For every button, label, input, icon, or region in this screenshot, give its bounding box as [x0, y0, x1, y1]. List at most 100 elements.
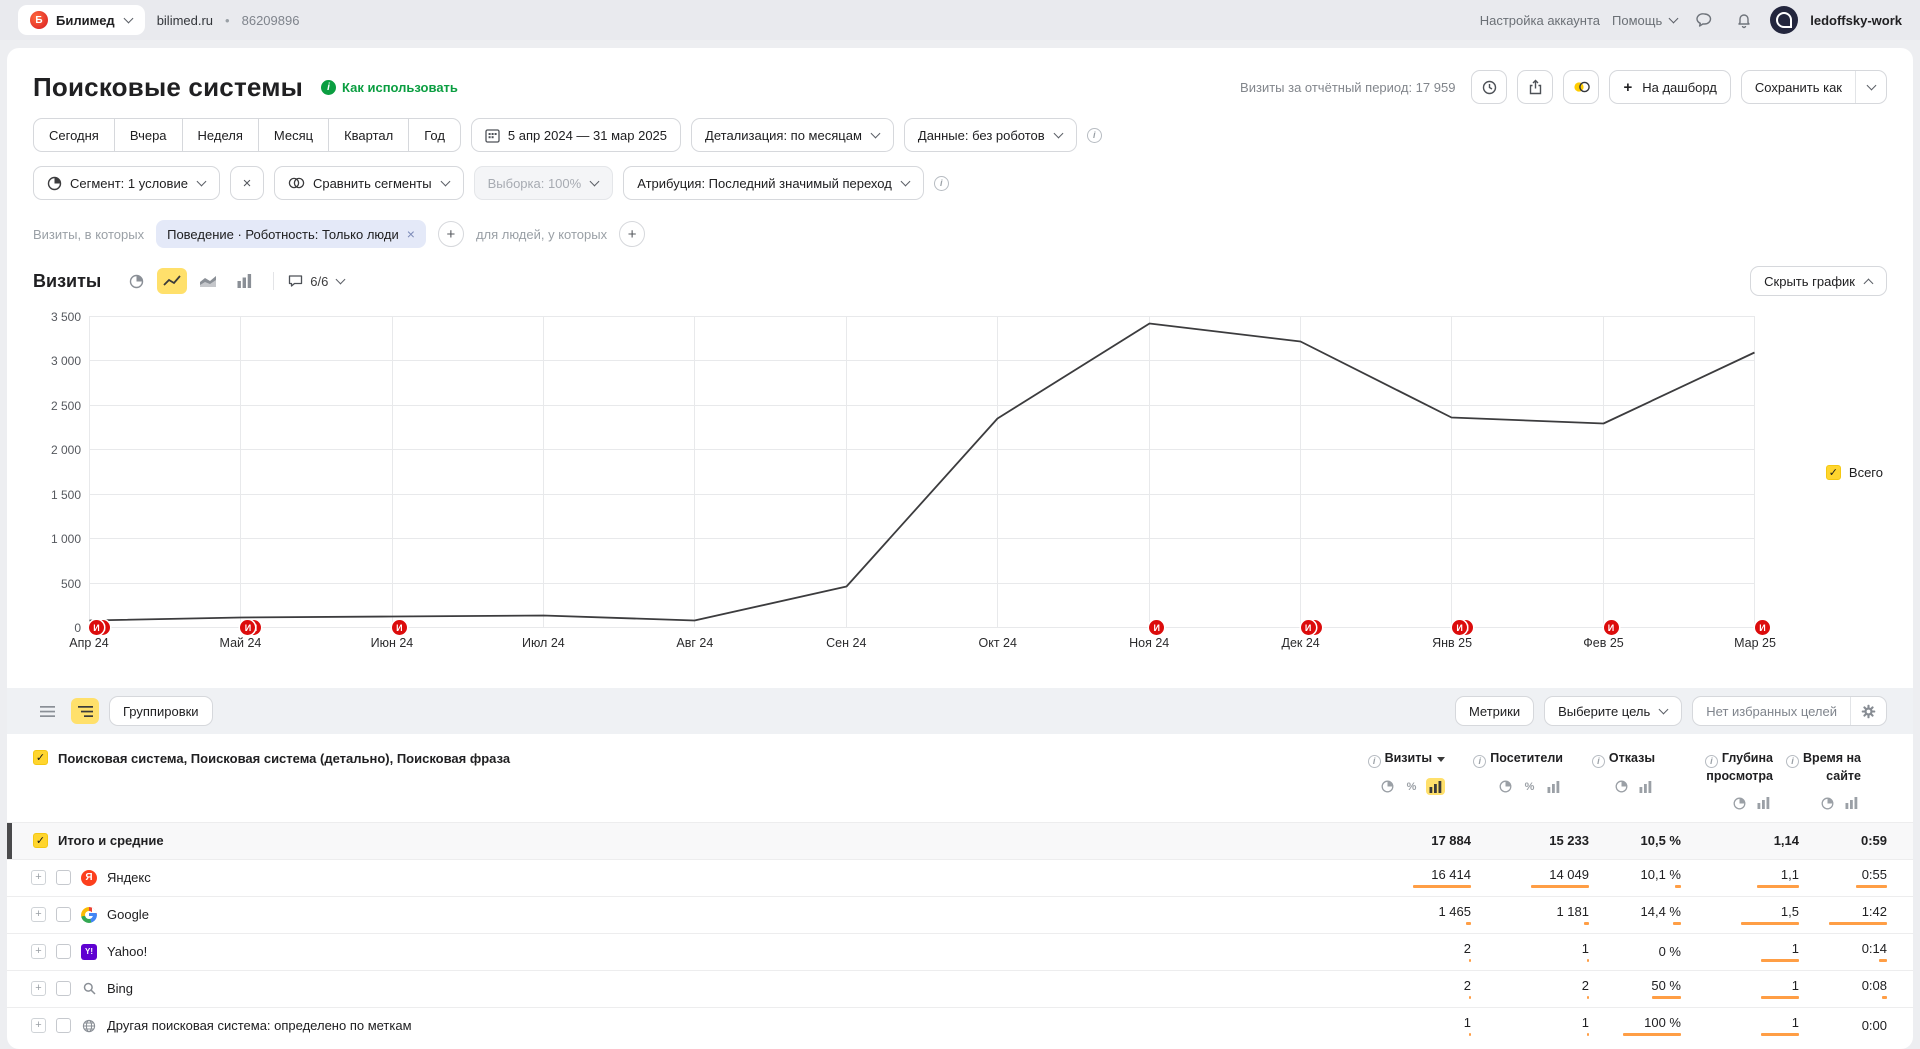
period-visits-label: Визиты за отчётный период: 17 959: [1240, 80, 1455, 95]
metric-value: 1,1: [1781, 867, 1799, 882]
metric-value: 0:00: [1862, 1018, 1887, 1033]
annotation-badge[interactable]: И: [1301, 620, 1316, 635]
column-header-5[interactable]: iВремя на сайте: [1773, 750, 1861, 812]
account-settings-link[interactable]: Настройка аккаунта: [1480, 13, 1600, 28]
data-filter-dropdown[interactable]: Данные: без роботов: [904, 118, 1077, 152]
bars-mode-icon[interactable]: [1636, 778, 1655, 795]
hide-chart-button[interactable]: Скрыть график: [1750, 266, 1887, 296]
chat-icon[interactable]: [1690, 6, 1718, 34]
period-button-1[interactable]: Сегодня: [33, 118, 115, 152]
segment-dropdown[interactable]: Сегмент: 1 условие: [33, 166, 220, 200]
notifications-bell-icon[interactable]: [1730, 6, 1758, 34]
row-checkbox[interactable]: [56, 907, 71, 922]
period-button-5[interactable]: Квартал: [328, 118, 409, 152]
pie-mode-icon[interactable]: [1818, 795, 1837, 812]
table-row[interactable]: +Y!Yahoo!210 %10:14: [7, 933, 1913, 970]
goal-settings-button[interactable]: [1850, 697, 1886, 725]
info-icon[interactable]: i: [934, 176, 949, 191]
period-button-6[interactable]: Год: [408, 118, 461, 152]
metric-cell: 0:08: [1799, 971, 1887, 1007]
column-chart-type-icon[interactable]: [229, 268, 259, 294]
remove-tag-icon[interactable]: ×: [407, 226, 415, 242]
visits-line-chart[interactable]: [89, 316, 1755, 628]
avatar[interactable]: [1770, 6, 1798, 34]
info-icon[interactable]: i: [1087, 128, 1102, 143]
goal-select-dropdown[interactable]: Выберите цель: [1544, 696, 1682, 726]
select-all-checkbox[interactable]: [33, 750, 48, 765]
row-checkbox[interactable]: [56, 944, 71, 959]
annotation-badge[interactable]: И: [1452, 620, 1467, 635]
expand-row-button[interactable]: +: [31, 944, 46, 959]
expand-row-button[interactable]: +: [31, 907, 46, 922]
groupings-button[interactable]: Группировки: [109, 696, 213, 726]
pie-chart-type-icon[interactable]: [121, 268, 151, 294]
attribution-dropdown[interactable]: Атрибуция: Последний значимый переход: [623, 166, 924, 200]
history-icon[interactable]: [1471, 70, 1507, 104]
how-to-use-link[interactable]: i Как использовать: [321, 80, 458, 95]
row-checkbox[interactable]: [56, 981, 71, 996]
metrics-button[interactable]: Метрики: [1455, 696, 1534, 726]
annotation-badge[interactable]: И: [1604, 620, 1619, 635]
favorite-goals-box: Нет избранных целей: [1692, 696, 1887, 726]
table-row[interactable]: +ЯЯндекс16 41414 04910,1 %1,10:55: [7, 859, 1913, 896]
pie-mode-icon[interactable]: [1496, 778, 1515, 795]
metric-value: 1,14: [1774, 833, 1799, 848]
annotation-badge[interactable]: И: [1149, 620, 1164, 635]
add-people-condition-button[interactable]: +: [619, 221, 645, 247]
export-icon[interactable]: [1517, 70, 1553, 104]
table-row[interactable]: +Google1 4651 18114,4 %1,51:42: [7, 896, 1913, 933]
help-label: Помощь: [1612, 13, 1662, 28]
pie-mode-icon[interactable]: [1730, 795, 1749, 812]
column-header-1[interactable]: iВизиты%: [1295, 750, 1445, 812]
annotation-badge[interactable]: И: [392, 620, 407, 635]
row-checkbox[interactable]: [56, 1018, 71, 1033]
expand-row-button[interactable]: +: [31, 870, 46, 885]
expand-row-button[interactable]: +: [31, 981, 46, 996]
area-chart-type-icon[interactable]: [193, 268, 223, 294]
add-to-dashboard-button[interactable]: + На дашборд: [1609, 70, 1730, 104]
annotations-toggle[interactable]: 6/6: [288, 274, 345, 289]
counter-switcher[interactable]: Б Билимед: [18, 5, 145, 35]
period-button-4[interactable]: Месяц: [258, 118, 329, 152]
annotation-badge[interactable]: И: [1755, 620, 1770, 635]
period-button-2[interactable]: Вчера: [114, 118, 183, 152]
recommendations-icon[interactable]: [1563, 70, 1599, 104]
period-button-3[interactable]: Неделя: [182, 118, 259, 152]
flat-view-icon[interactable]: [33, 698, 61, 724]
pie-mode-icon[interactable]: [1378, 778, 1397, 795]
annotation-badge[interactable]: И: [89, 620, 104, 635]
percent-mode-icon[interactable]: %: [1520, 778, 1539, 795]
annotation-badge[interactable]: И: [240, 620, 255, 635]
bars-mode-icon[interactable]: [1842, 795, 1861, 812]
add-visit-condition-button[interactable]: +: [438, 221, 464, 247]
site-domain-link[interactable]: bilimed.ru: [157, 13, 213, 28]
column-header-3[interactable]: iОтказы: [1563, 750, 1655, 812]
row-checkbox[interactable]: [33, 833, 48, 848]
column-header-2[interactable]: iПосетители%: [1445, 750, 1563, 812]
bars-mode-icon[interactable]: [1754, 795, 1773, 812]
bars-mode-icon[interactable]: [1544, 778, 1563, 795]
pie-mode-icon[interactable]: [1612, 778, 1631, 795]
save-as-menu-toggle[interactable]: [1855, 71, 1886, 103]
row-checkbox[interactable]: [56, 870, 71, 885]
clear-segment-button[interactable]: ×: [230, 166, 264, 200]
legend-checkbox[interactable]: [1826, 465, 1841, 480]
dimension-header: Поисковая система, Поисковая система (де…: [58, 750, 510, 766]
row-left: +Y!Yahoo!: [7, 934, 1321, 970]
line-chart-type-icon[interactable]: [157, 268, 187, 294]
percent-mode-icon[interactable]: %: [1402, 778, 1421, 795]
bars-mode-icon[interactable]: [1426, 778, 1445, 795]
table-row[interactable]: +Bing2250 %10:08: [7, 970, 1913, 1007]
segment-condition-tag[interactable]: Поведение · Роботность: Только люди ×: [156, 220, 426, 248]
compare-segments-dropdown[interactable]: Сравнить сегменты: [274, 166, 464, 200]
expand-row-button[interactable]: +: [31, 1018, 46, 1033]
table-row[interactable]: +Другая поисковая система: определено по…: [7, 1007, 1913, 1044]
column-header-4[interactable]: iГлубина просмотра: [1655, 750, 1773, 812]
help-menu[interactable]: Помощь: [1612, 13, 1678, 28]
detalization-dropdown[interactable]: Детализация: по месяцам: [691, 118, 894, 152]
save-as-button[interactable]: Сохранить как: [1741, 70, 1887, 104]
totals-row[interactable]: Итого и средние17 88415 23310,5 %1,140:5…: [7, 822, 1913, 859]
tree-view-icon[interactable]: [71, 698, 99, 724]
date-range-picker[interactable]: 5 апр 2024 — 31 мар 2025: [471, 118, 681, 152]
sampling-dropdown[interactable]: Выборка: 100%: [474, 166, 614, 200]
